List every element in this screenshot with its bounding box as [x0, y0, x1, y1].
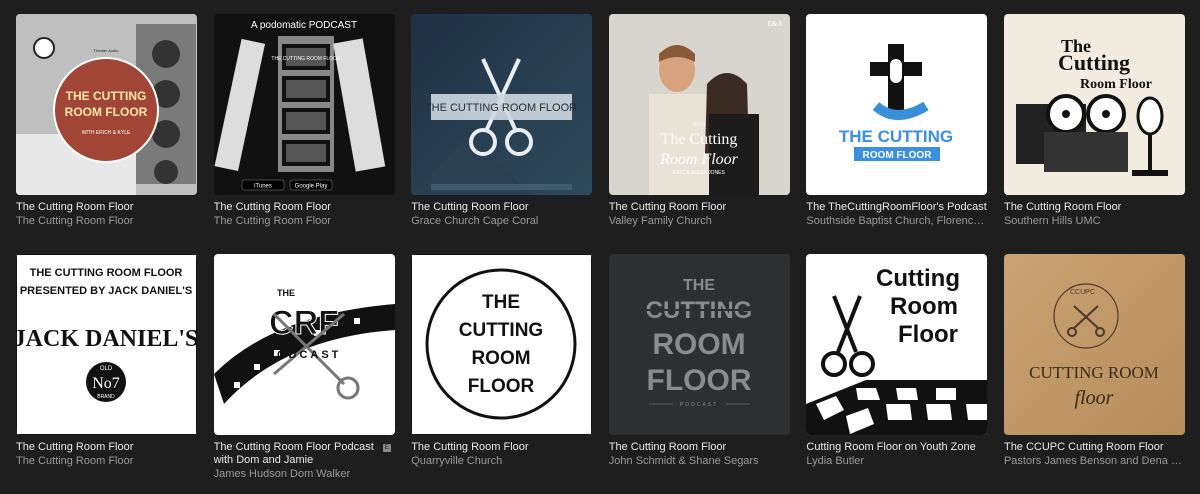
art-line3: Room Floor [1080, 77, 1152, 92]
art-line1: The Cutting [660, 131, 737, 148]
podcast-title[interactable]: The Cutting Room Floor Podcast with Dom … [214, 441, 379, 467]
explicit-badge: E [382, 444, 391, 452]
art-l4: FLOOR [646, 364, 751, 397]
podcast-author[interactable]: Lydia Butler [806, 455, 987, 468]
podcast-author[interactable]: The Cutting Room Floor [16, 455, 197, 468]
art-l3: ROOM [472, 348, 531, 369]
podcast-title[interactable]: The Cutting Room Floor [609, 201, 790, 214]
podcast-card[interactable]: THE CUTTING ROOM FLOOR WITH ERICH & KYLE… [16, 14, 197, 254]
art-crf: CRF [269, 304, 339, 342]
podcast-card[interactable]: E&A WITH The Cutting Room Floor ERIC & A… [608, 14, 790, 254]
art-l1: THE [683, 277, 715, 294]
podcast-author[interactable]: Pastors James Benson and Dena Roy [1004, 455, 1185, 468]
podcast-card[interactable]: Cutting Room Floor Cutting Room Floor on… [806, 254, 988, 494]
art-sub: WITH ERICH & KYLE [82, 130, 131, 136]
podcast-artwork[interactable]: THE CUTTING ROOM FLOOR [411, 254, 593, 435]
podcast-title[interactable]: The Cutting Room Floor [214, 201, 395, 214]
podcast-title[interactable]: The Cutting Room Floor [411, 201, 592, 214]
art-corner: E&A [767, 20, 782, 28]
podcast-author[interactable]: Grace Church Cape Coral [411, 215, 592, 228]
podcast-artwork[interactable]: THE CRF PODCAST [213, 254, 395, 435]
podcast-card[interactable]: CCUPC CUTTING ROOM floor The CCUPC Cutti… [1003, 254, 1185, 494]
badge-google-play: Google Play [294, 184, 327, 190]
art-the: THE [277, 288, 295, 298]
art-line2: PRESENTED BY JACK DANIEL'S [20, 285, 192, 297]
podcast-artwork[interactable]: Cutting Room Floor [806, 254, 988, 435]
art-l2: floor [1075, 387, 1114, 409]
podcast-author[interactable]: John Schmidt & Shane Segars [609, 455, 790, 468]
podcast-author[interactable]: Valley Family Church [609, 215, 790, 228]
art-label: THE CUTTING ROOM FLOOR [425, 102, 577, 114]
art-l1: CUTTING ROOM [1029, 363, 1159, 382]
podcast-author[interactable]: Quarryville Church [411, 455, 592, 468]
podcast-author[interactable]: James Hudson Dom Walker [214, 468, 395, 481]
podcast-artwork[interactable]: THE CUTTING ROOM FLOOR WITH ERICH & KYLE… [16, 14, 197, 195]
podcast-card[interactable]: THE CUTTING ROOM FLOOR PODCAST The Cutti… [608, 254, 790, 494]
art-l3: Floor [898, 321, 958, 348]
art-line2: ROOM FLOOR [65, 105, 148, 119]
podcast-card[interactable]: A podomatic PODCAST THE CUTTING ROOM FLO… [213, 14, 395, 254]
art-l2: Room [890, 293, 958, 320]
podcast-artwork[interactable]: THE CUTTING ROOM FLOOR [411, 14, 593, 195]
podcast-author[interactable]: The Cutting Room Floor [214, 215, 395, 228]
podcast-author[interactable]: Southern Hills UMC [1004, 215, 1185, 228]
art-l3: ROOM [652, 328, 745, 361]
podcast-card[interactable]: THE CRF PODCAST The Cutting Room Floor P… [213, 254, 395, 494]
badge-itunes: iTunes [254, 184, 272, 190]
podcast-card[interactable]: THE CUTTING ROOM FLOOR The Cutting Room … [411, 14, 593, 254]
podcast-title[interactable]: The Cutting Room Floor [16, 201, 197, 214]
art-line1: THE CUTTING ROOM FLOOR [30, 267, 183, 279]
podcast-artwork[interactable]: CCUPC CUTTING ROOM floor [1003, 254, 1185, 435]
podcast-title[interactable]: The TheCuttingRoomFloor's Podcast [806, 201, 987, 214]
art-l4: FLOOR [468, 376, 535, 397]
art-line1: THE CUTTING [66, 89, 147, 103]
podcast-artwork[interactable]: THE CUTTING ROOM FLOOR PRESENTED BY JACK… [16, 254, 197, 435]
art-l2: CUTTING [459, 320, 543, 341]
art-logo: JACK DANIEL'S [16, 326, 197, 352]
podcast-title[interactable]: The Cutting Room Floor [411, 441, 592, 454]
art-line1: THE CUTTING [839, 127, 953, 146]
podcast-author[interactable]: The Cutting Room Floor [16, 215, 197, 228]
podcast-grid: THE CUTTING ROOM FLOOR WITH ERICH & KYLE… [16, 14, 1192, 494]
art-line2: Cutting [1058, 50, 1130, 75]
podcast-card[interactable]: THE CUTTING ROOM FLOOR PRESENTED BY JACK… [16, 254, 197, 494]
podcast-title[interactable]: Cutting Room Floor on Youth Zone [806, 441, 987, 454]
art-line2: Room Floor [659, 151, 739, 168]
art-l5: PODCAST [680, 402, 718, 408]
art-line2: ROOM FLOOR [863, 150, 933, 161]
art-old: OLD [100, 366, 113, 372]
art-top: A podomatic PODCAST [251, 20, 357, 31]
podcast-title[interactable]: The Cutting Room Floor [16, 441, 197, 454]
art-strip: THE CUTTING ROOM FLOOR [271, 56, 341, 62]
podcast-title[interactable]: The Cutting Room Floor [609, 441, 790, 454]
podcast-title[interactable]: The CCUPC Cutting Room Floor [1004, 441, 1185, 454]
podcast-artwork[interactable]: THE CUTTING ROOM FLOOR PODCAST [608, 254, 790, 435]
art-l1: THE [482, 292, 520, 313]
art-with: WITH [692, 123, 705, 128]
art-pod: PODCAST [266, 349, 341, 361]
art-names: ERIC & ALEXA JONES [673, 170, 725, 176]
podcast-card[interactable]: The Cutting Room Floor The Cutting Room … [1003, 14, 1185, 254]
podcast-card[interactable]: THE CUTTING ROOM FLOOR The Cutting Room … [411, 254, 593, 494]
art-top: CCUPC [1070, 289, 1095, 296]
podcast-artwork[interactable]: E&A WITH The Cutting Room Floor ERIC & A… [608, 14, 790, 195]
art-brand: Theater Audio [94, 48, 120, 53]
podcast-card[interactable]: THE CUTTING ROOM FLOOR The TheCuttingRoo… [806, 14, 988, 254]
podcast-artwork[interactable]: The Cutting Room Floor [1003, 14, 1185, 195]
art-l1: Cutting [876, 265, 960, 292]
podcast-artwork[interactable]: A podomatic PODCAST THE CUTTING ROOM FLO… [213, 14, 395, 195]
podcast-artwork[interactable]: THE CUTTING ROOM FLOOR [806, 14, 988, 195]
art-no: No7 [92, 375, 120, 392]
podcast-title[interactable]: The Cutting Room Floor [1004, 201, 1185, 214]
podcast-author[interactable]: Southside Baptist Church, Florence, SC [806, 215, 987, 228]
art-brand: BRAND [97, 394, 115, 400]
